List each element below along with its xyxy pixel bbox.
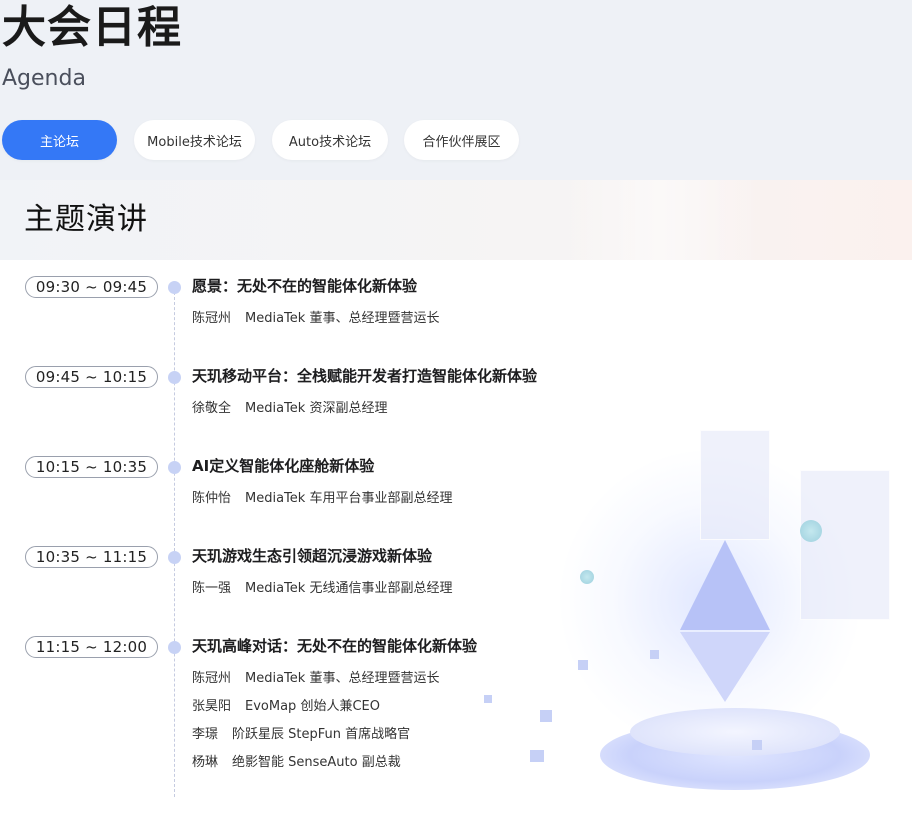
speaker-role: MediaTek 董事、总经理暨营运长 <box>245 671 440 686</box>
tab-main-forum[interactable]: 主论坛 <box>2 120 117 160</box>
tab-mobile-forum[interactable]: Mobile技术论坛 <box>134 120 255 160</box>
speaker-name: 陈仲怡 <box>192 491 232 506</box>
section-title: 主题演讲 <box>24 202 148 237</box>
speaker-row: 陈一强 MediaTek 无线通信事业部副总经理 <box>192 579 452 599</box>
talk-title: 天玑移动平台：全栈赋能开发者打造智能体化新体验 <box>192 367 538 385</box>
speaker-role: MediaTek 董事、总经理暨营运长 <box>245 311 440 326</box>
page-title: 大会日程 <box>2 2 182 53</box>
time-badge: 10:35 ~ 11:15 <box>25 546 158 568</box>
timeline-line <box>174 287 175 797</box>
speaker-row: 陈冠州 MediaTek 董事、总经理暨营运长 <box>192 669 439 689</box>
time-badge: 11:15 ~ 12:00 <box>25 636 158 658</box>
speaker-name: 陈冠州 <box>192 311 232 326</box>
speaker-row: 杨琳 绝影智能 SenseAuto 副总裁 <box>192 753 401 773</box>
time-badge: 09:45 ~ 10:15 <box>25 366 158 388</box>
speaker-name: 杨琳 <box>192 755 219 770</box>
speaker-name: 陈冠州 <box>192 671 232 686</box>
timeline-dot <box>168 371 181 384</box>
speaker-role: MediaTek 资深副总经理 <box>245 401 388 416</box>
timeline-dot <box>168 551 181 564</box>
timeline-dot <box>168 461 181 474</box>
time-badge: 10:15 ~ 10:35 <box>25 456 158 478</box>
tab-auto-forum[interactable]: Auto技术论坛 <box>272 120 388 160</box>
speaker-role: EvoMap 创始人兼CEO <box>245 699 380 714</box>
agenda-panel: 主题演讲 09:30 ~ 09:45 愿景：无处不在的智能体化新体验 陈冠州 Me… <box>0 180 912 814</box>
panel-header: 主题演讲 <box>0 180 912 260</box>
talk-title: 愿景：无处不在的智能体化新体验 <box>192 277 418 295</box>
page-subtitle: Agenda <box>2 66 86 91</box>
talk-title: 天玑游戏生态引领超沉浸游戏新体验 <box>192 547 433 565</box>
speaker-row: 陈仲怡 MediaTek 车用平台事业部副总经理 <box>192 489 452 509</box>
speaker-row: 张昊阳 EvoMap 创始人兼CEO <box>192 697 380 717</box>
timeline-dot <box>168 641 181 654</box>
speaker-name: 徐敬全 <box>192 401 232 416</box>
talk-title: AI定义智能体化座舱新体验 <box>192 457 375 475</box>
agenda-timeline: 09:30 ~ 09:45 愿景：无处不在的智能体化新体验 陈冠州 MediaTe… <box>0 260 912 814</box>
speaker-role: MediaTek 车用平台事业部副总经理 <box>245 491 453 506</box>
speaker-row: 陈冠州 MediaTek 董事、总经理暨营运长 <box>192 309 439 329</box>
speaker-role: MediaTek 无线通信事业部副总经理 <box>245 581 453 596</box>
speaker-row: 徐敬全 MediaTek 资深副总经理 <box>192 399 387 419</box>
talk-title: 天玑高峰对话：无处不在的智能体化新体验 <box>192 637 478 655</box>
header-decoration <box>560 180 760 260</box>
speaker-role: 阶跃星辰 StepFun 首席战略官 <box>232 727 411 742</box>
speaker-name: 李璟 <box>192 727 219 742</box>
speaker-row: 李璟 阶跃星辰 StepFun 首席战略官 <box>192 725 410 745</box>
speaker-name: 陈一强 <box>192 581 232 596</box>
speaker-role: 绝影智能 SenseAuto 副总裁 <box>232 755 401 770</box>
speaker-name: 张昊阳 <box>192 699 232 714</box>
time-badge: 09:30 ~ 09:45 <box>25 276 158 298</box>
timeline-dot <box>168 281 181 294</box>
tab-partner-expo[interactable]: 合作伙伴展区 <box>404 120 519 160</box>
